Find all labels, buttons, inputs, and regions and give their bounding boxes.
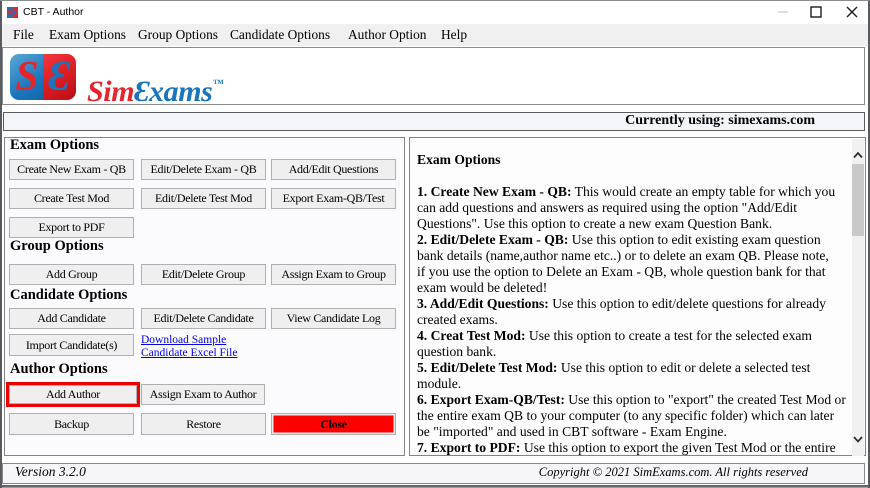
svg-text:E: E xyxy=(12,8,18,18)
svg-text:Ɛ: Ɛ xyxy=(48,54,71,100)
svg-text:S: S xyxy=(15,54,38,100)
